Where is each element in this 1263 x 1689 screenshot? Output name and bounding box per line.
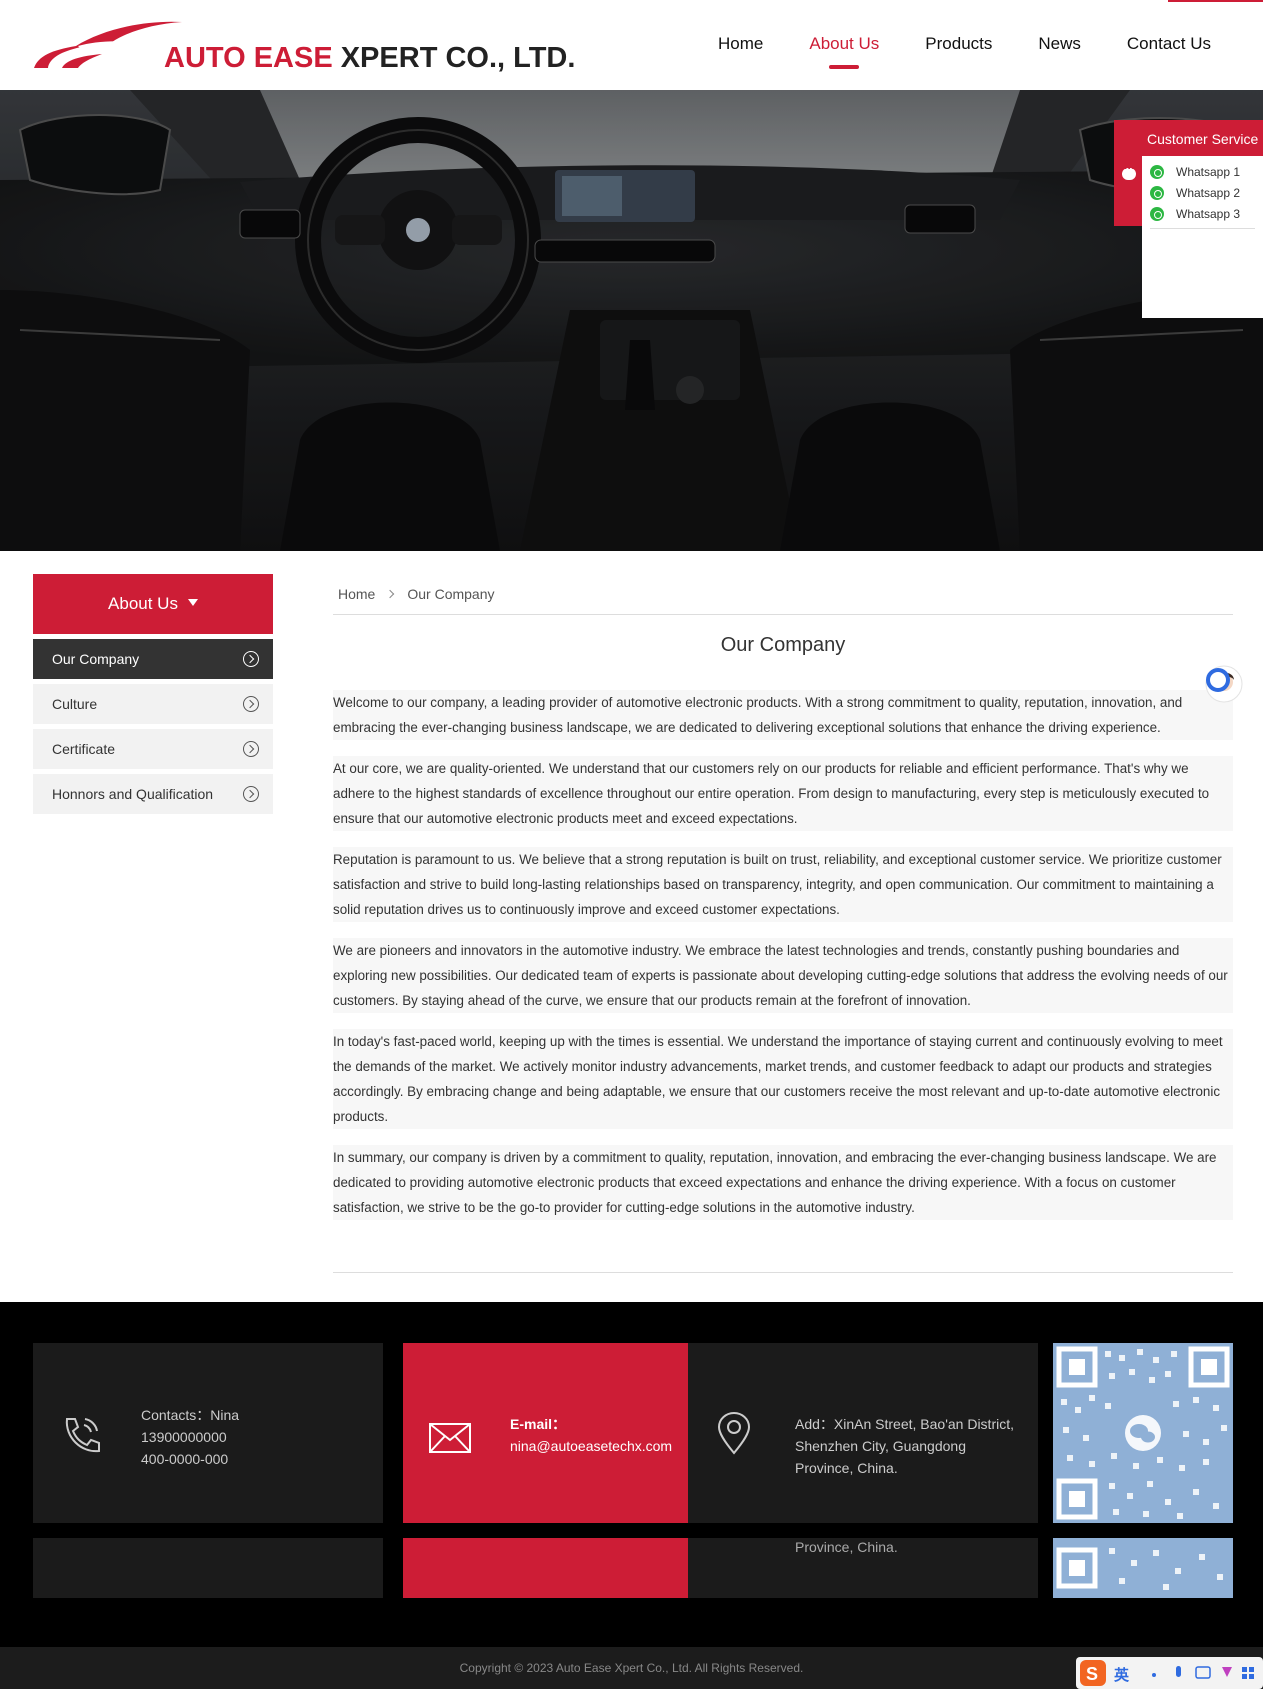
hero-banner-car-interior (0, 90, 1263, 551)
qr-code-image (1056, 1346, 1230, 1520)
whatsapp-icon (1150, 164, 1164, 179)
sidebar-item-label: Certificate (52, 741, 116, 757)
wechat-qr-code (1053, 1343, 1233, 1523)
sidebar-title[interactable]: About Us (33, 574, 273, 634)
article-body: Welcome to our company, a leading provid… (333, 690, 1233, 1236)
address-overflow-text: Province, China. (795, 1539, 898, 1555)
wechat-qr-code-lower (1053, 1538, 1233, 1598)
whatsapp-link-1[interactable]: Whatsapp 1 (1150, 161, 1263, 182)
main-nav: Home About Us Products News Contact Us (672, 34, 1211, 54)
whatsapp-icon (1150, 185, 1164, 200)
address-text: Add：XinAn Street, Bao'an District, Shenz… (795, 1416, 1014, 1476)
divider (333, 614, 1233, 615)
email-address[interactable]: nina@autoeasetechx.com (510, 1435, 672, 1457)
customer-service-title: Customer Service (1142, 120, 1263, 156)
paragraph: Reputation is paramount to us. We believ… (333, 847, 1233, 922)
whatsapp-label: Whatsapp 2 (1176, 185, 1241, 200)
footer-box-lower (33, 1538, 383, 1598)
divider (1150, 228, 1255, 229)
breadcrumb: Home Our Company (338, 586, 495, 602)
chevron-right-circle-icon (243, 786, 259, 802)
nav-about-us[interactable]: About Us (809, 34, 879, 54)
phone-icon (65, 1418, 100, 1453)
customer-service-panel: Customer Service Whatsapp 1 Whatsapp 2 W… (1142, 120, 1263, 318)
contact-mobile: 13900000000 (141, 1429, 227, 1445)
caret-down-icon (187, 599, 198, 607)
breadcrumb-current: Our Company (407, 586, 495, 602)
chevron-right-circle-icon (243, 741, 259, 757)
whatsapp-icon (1150, 206, 1164, 221)
customer-service-tab[interactable] (1114, 120, 1144, 226)
sidebar-item-honnors[interactable]: Honnors and Qualification (33, 774, 273, 814)
company-logo[interactable]: AUTO EASE XPERT CO., LTD. (32, 16, 575, 76)
paragraph: In summary, our company is driven by a c… (333, 1145, 1233, 1220)
nav-home[interactable]: Home (718, 34, 763, 54)
whatsapp-label: Whatsapp 3 (1176, 206, 1241, 221)
sidebar-item-label: Honnors and Qualification (52, 786, 214, 802)
breadcrumb-home[interactable]: Home (338, 586, 375, 602)
paragraph: We are pioneers and innovators in the au… (333, 938, 1233, 1013)
nav-products[interactable]: Products (925, 34, 992, 54)
email-info: E-mail： nina@autoeasetechx.com (510, 1413, 672, 1457)
contact-address-box: Add：XinAn Street, Bao'an District, Shenz… (688, 1343, 1038, 1523)
paragraph: In today's fast-paced world, keeping up … (333, 1029, 1233, 1129)
qr-code-fragment (1056, 1547, 1223, 1590)
ime-toolbar-icons: S (1076, 1657, 1263, 1689)
footer-box-lower (403, 1538, 688, 1598)
mail-icon (429, 1423, 471, 1453)
nav-news[interactable]: News (1038, 34, 1081, 54)
location-pin-icon (717, 1411, 751, 1455)
sidebar-title-label: About Us (108, 594, 178, 613)
whatsapp-link-3[interactable]: Whatsapp 3 (1150, 203, 1263, 224)
company-name-dark: XPERT CO., LTD. (340, 42, 576, 74)
site-footer: Contacts：Nina 13900000000 400-0000-000 E… (0, 1302, 1263, 1647)
ime-language-label: 英 (1114, 1666, 1130, 1684)
page-title: Our Company (720, 634, 846, 656)
company-name: AUTO EASE XPERT CO., LTD. (164, 42, 575, 75)
chevron-right-icon (386, 589, 395, 599)
sidebar-item-certificate[interactable]: Certificate (33, 729, 273, 769)
chevron-right-circle-icon (243, 651, 259, 667)
whatsapp-link-2[interactable]: Whatsapp 2 (1150, 182, 1263, 203)
car-interior-image (0, 90, 1263, 551)
whatsapp-label: Whatsapp 1 (1176, 164, 1241, 179)
sidebar-menu: Our Company Culture Certificate Honnors … (33, 639, 273, 819)
email-label: E-mail： (510, 1416, 567, 1432)
paragraph: Welcome to our company, a leading provid… (333, 690, 1233, 740)
chat-ring-icon (1206, 668, 1230, 692)
copyright: Copyright © 2023 Auto Ease Xpert Co., Lt… (0, 1647, 1263, 1689)
svg-text:S: S (1086, 1664, 1098, 1684)
header-accent-bar (1168, 0, 1263, 2)
chat-bubble-icon (1122, 163, 1136, 180)
paragraph: At our core, we are quality-oriented. We… (333, 756, 1233, 831)
sidebar-item-label: Culture (52, 696, 98, 712)
site-header: AUTO EASE XPERT CO., LTD. Home About Us … (0, 0, 1263, 90)
contact-phone: 400-0000-000 (141, 1451, 229, 1467)
sidebar-item-culture[interactable]: Culture (33, 684, 273, 724)
footer-box-lower: Province, China. (688, 1538, 1038, 1598)
sidebar-item-our-company[interactable]: Our Company (33, 639, 273, 679)
ime-toolbar[interactable]: S 英 (1076, 1657, 1263, 1689)
contact-name: Contacts：Nina (141, 1407, 240, 1423)
chevron-right-circle-icon (243, 696, 259, 712)
company-name-red: AUTO EASE (164, 42, 341, 74)
contact-info: Contacts：Nina 13900000000 400-0000-000 (141, 1404, 239, 1470)
contact-phone-box: Contacts：Nina 13900000000 400-0000-000 (33, 1343, 383, 1523)
contact-email-box: E-mail： nina@autoeasetechx.com (403, 1343, 688, 1523)
sidebar-item-label: Our Company (52, 651, 140, 667)
nav-contact-us[interactable]: Contact Us (1127, 34, 1211, 54)
divider (333, 1272, 1233, 1273)
